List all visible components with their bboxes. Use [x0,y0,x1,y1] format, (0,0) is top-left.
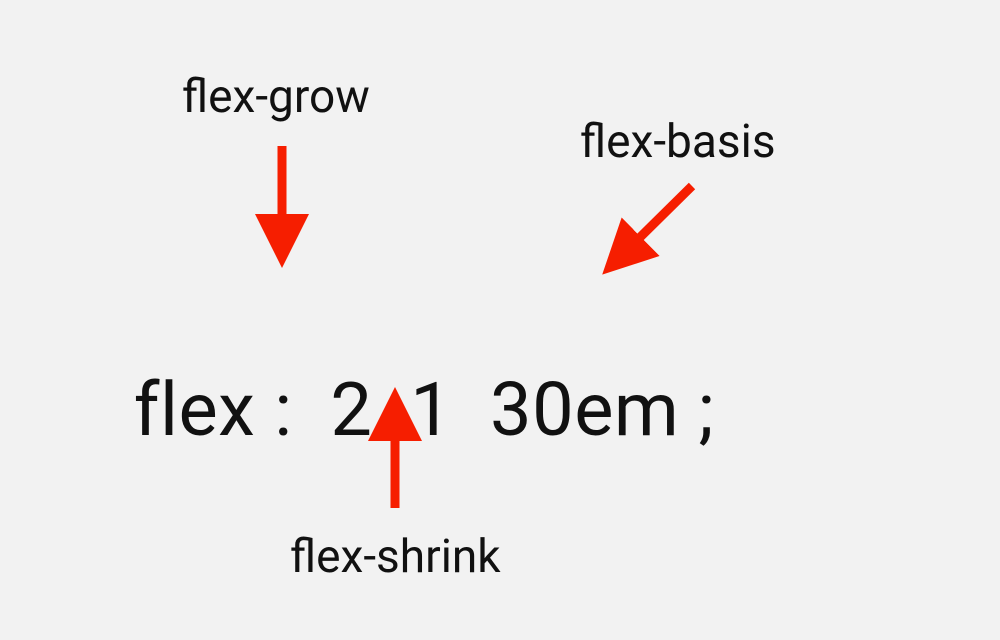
label-flex-basis: flex-basis [580,115,776,169]
arrow-basis-icon [615,186,692,262]
label-flex-shrink: flex-shrink [290,530,501,584]
token-grow: 2 [330,367,372,454]
token-terminator: ; [698,367,714,454]
code-line: flex : 2 1 30em ; [96,280,714,454]
label-flex-grow: flex-grow [182,70,370,124]
token-property: flex [134,367,256,454]
token-colon: : [274,367,292,454]
token-basis: 30em [490,367,679,454]
token-shrink: 1 [410,367,452,454]
